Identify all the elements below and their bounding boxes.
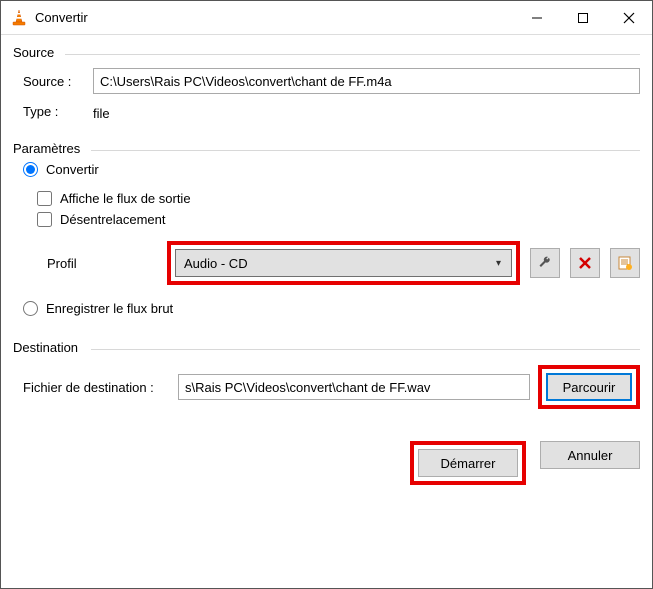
titlebar: Convertir bbox=[1, 1, 652, 35]
new-profile-icon bbox=[617, 255, 633, 271]
edit-profile-button[interactable] bbox=[530, 248, 560, 278]
vlc-cone-icon bbox=[9, 8, 29, 28]
convert-radio[interactable] bbox=[23, 162, 38, 177]
wrench-icon bbox=[537, 255, 553, 271]
minimize-button[interactable] bbox=[514, 1, 560, 34]
window-buttons bbox=[514, 1, 652, 34]
minimize-icon bbox=[531, 12, 543, 24]
show-output-label: Affiche le flux de sortie bbox=[60, 191, 191, 206]
window-title: Convertir bbox=[35, 10, 514, 25]
maximize-icon bbox=[577, 12, 589, 24]
close-icon bbox=[623, 12, 635, 24]
new-profile-button[interactable] bbox=[610, 248, 640, 278]
show-output-checkbox[interactable] bbox=[37, 191, 52, 206]
profile-select[interactable]: Audio - CD ▾ bbox=[175, 249, 512, 277]
source-label: Source : bbox=[23, 74, 93, 89]
maximize-button[interactable] bbox=[560, 1, 606, 34]
show-output-row: Affiche le flux de sortie bbox=[37, 191, 640, 206]
profile-label: Profil bbox=[47, 256, 167, 271]
profile-value: Audio - CD bbox=[184, 256, 248, 271]
dialog-actions: Démarrer Annuler bbox=[13, 441, 640, 485]
delete-profile-button[interactable] bbox=[570, 248, 600, 278]
source-row: Source : bbox=[23, 68, 640, 94]
destination-label: Fichier de destination : bbox=[23, 380, 178, 395]
start-button[interactable]: Démarrer bbox=[418, 449, 518, 477]
profile-row: Profil Audio - CD ▾ bbox=[23, 241, 640, 285]
convert-radio-label: Convertir bbox=[46, 162, 99, 177]
delete-icon bbox=[578, 256, 592, 270]
type-row: Type : file bbox=[23, 102, 640, 121]
convert-radio-row: Convertir bbox=[23, 162, 640, 177]
raw-stream-row: Enregistrer le flux brut bbox=[23, 301, 640, 316]
destination-row: Fichier de destination : Parcourir bbox=[23, 365, 640, 409]
source-legend: Source bbox=[13, 45, 640, 60]
chevron-down-icon: ▾ bbox=[496, 258, 501, 269]
destination-input[interactable] bbox=[178, 374, 530, 400]
profile-highlight: Audio - CD ▾ bbox=[167, 241, 520, 285]
params-group: Paramètres Convertir Affiche le flux de … bbox=[13, 141, 640, 326]
dialog-content: Source Source : Type : file Paramètres C… bbox=[1, 35, 652, 588]
source-input[interactable] bbox=[93, 68, 640, 94]
start-highlight: Démarrer bbox=[410, 441, 526, 485]
destination-legend: Destination bbox=[13, 340, 640, 355]
raw-stream-radio[interactable] bbox=[23, 301, 38, 316]
type-value: file bbox=[93, 102, 110, 121]
browse-button[interactable]: Parcourir bbox=[546, 373, 632, 401]
params-legend: Paramètres bbox=[13, 141, 640, 156]
cancel-button[interactable]: Annuler bbox=[540, 441, 640, 469]
type-label: Type : bbox=[23, 104, 93, 119]
deinterlace-checkbox[interactable] bbox=[37, 212, 52, 227]
raw-stream-label: Enregistrer le flux brut bbox=[46, 301, 173, 316]
convert-dialog: Convertir Source Source : Type : file bbox=[0, 0, 653, 589]
destination-group: Destination Fichier de destination : Par… bbox=[13, 340, 640, 409]
deinterlace-label: Désentrelacement bbox=[60, 212, 166, 227]
browse-highlight: Parcourir bbox=[538, 365, 640, 409]
deinterlace-row: Désentrelacement bbox=[37, 212, 640, 227]
close-button[interactable] bbox=[606, 1, 652, 34]
source-group: Source Source : Type : file bbox=[13, 45, 640, 127]
